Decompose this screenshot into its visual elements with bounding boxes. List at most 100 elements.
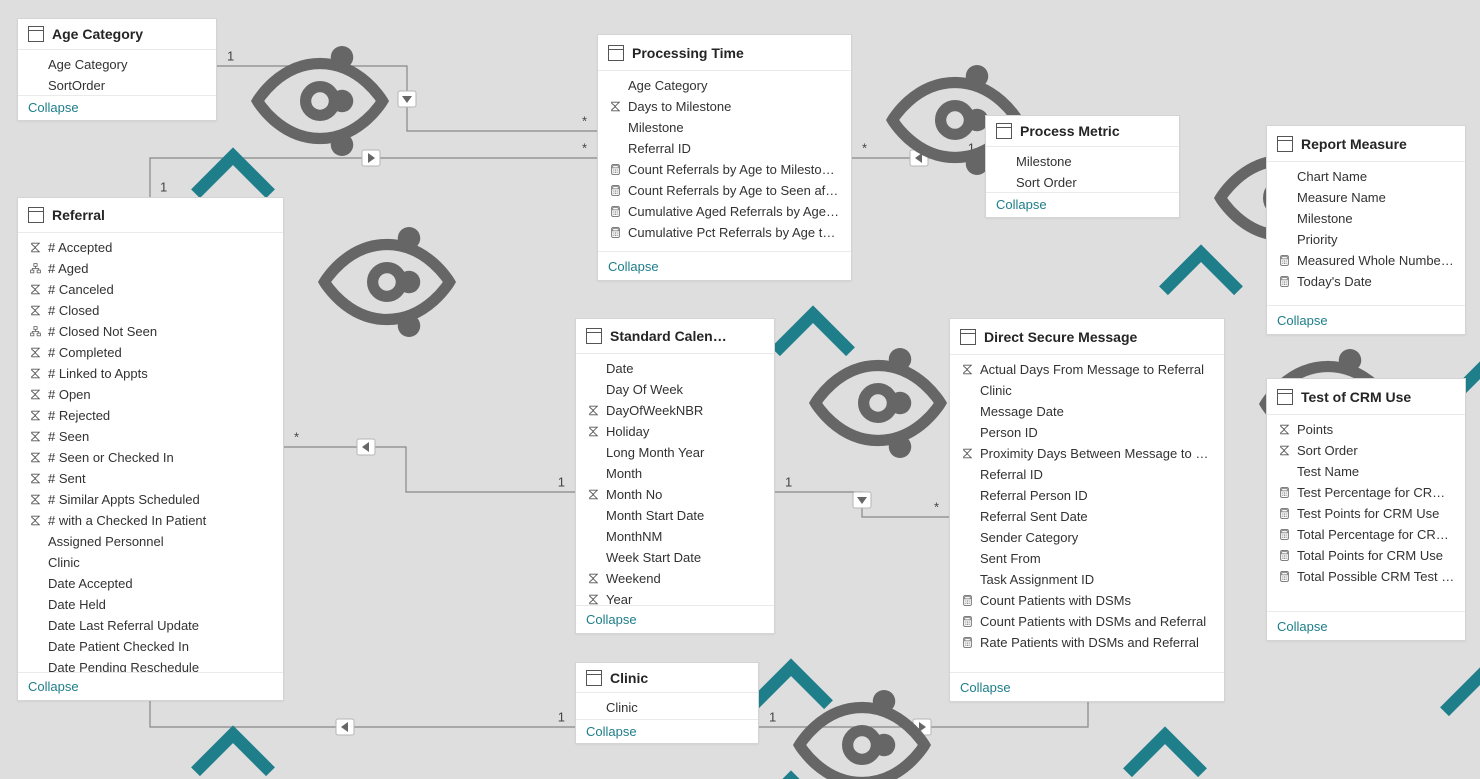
more-options[interactable] <box>734 670 750 686</box>
visibility-toggle[interactable] <box>712 670 728 686</box>
field-row[interactable]: Clinic <box>950 380 1224 401</box>
field-list[interactable]: Points Sort Order Test Name Test Percent… <box>1267 415 1465 611</box>
more-options[interactable] <box>750 328 766 344</box>
visibility-toggle[interactable] <box>1419 136 1435 152</box>
field-row[interactable]: Referral ID <box>598 138 851 159</box>
field-row[interactable]: # Linked to Appts <box>18 363 283 384</box>
field-row[interactable]: Count Referrals by Age to Milestone All … <box>598 159 851 180</box>
field-row[interactable]: Date <box>576 358 774 379</box>
visibility-toggle[interactable] <box>170 26 186 42</box>
field-row[interactable]: # Closed Not Seen <box>18 321 283 342</box>
field-row[interactable]: Assigned Personnel <box>18 531 283 552</box>
field-row[interactable]: Measured Whole Number Value <box>1267 250 1465 271</box>
field-row[interactable]: # Accepted <box>18 237 283 258</box>
field-row[interactable]: Date Patient Checked In <box>18 636 283 657</box>
field-row[interactable]: # Sent <box>18 468 283 489</box>
field-list[interactable]: Date Day Of Week DayOfWeekNBR Holiday Lo <box>576 354 774 605</box>
table-card-process_metric[interactable]: Process Metric Milestone Sort Order Coll… <box>985 115 1180 218</box>
field-row[interactable]: Actual Days From Message to Referral <box>950 359 1224 380</box>
field-row[interactable]: Priority <box>1267 229 1465 250</box>
field-list[interactable]: # Accepted # Aged # Canceled # Closed # <box>18 233 283 672</box>
field-row[interactable]: Sent From <box>950 548 1224 569</box>
more-options[interactable] <box>1441 136 1457 152</box>
field-row[interactable]: Test Name <box>1267 461 1465 482</box>
table-card-processing_time[interactable]: Processing Time Age Category Days to Mil… <box>597 34 852 281</box>
more-options[interactable] <box>1200 329 1216 345</box>
visibility-toggle[interactable] <box>805 45 821 61</box>
field-row[interactable]: Clinic <box>18 552 283 573</box>
card-header[interactable]: Standard Calendar <box>576 319 774 354</box>
collapse-button[interactable]: Collapse <box>576 719 758 743</box>
field-row[interactable]: Measure Name <box>1267 187 1465 208</box>
table-card-clinic[interactable]: Clinic Clinic Collapse <box>575 662 759 744</box>
field-row[interactable]: Long Month Year <box>576 442 774 463</box>
table-card-direct_secure_message[interactable]: Direct Secure Message Actual Days From M… <box>949 318 1225 702</box>
collapse-button[interactable]: Collapse <box>576 605 774 633</box>
card-header[interactable]: Direct Secure Message <box>950 319 1224 355</box>
field-row[interactable]: Date Pending Reschedule <box>18 657 283 672</box>
field-row[interactable]: Count Patients with DSMs <box>950 590 1224 611</box>
field-row[interactable]: Test Points for CRM Use <box>1267 503 1465 524</box>
field-list[interactable]: Actual Days From Message to Referral Cli… <box>950 355 1224 672</box>
field-row[interactable]: Sort Order <box>1267 440 1465 461</box>
field-row[interactable]: Total Percentage for CRM Use <box>1267 524 1465 545</box>
field-row[interactable]: Task Assignment ID <box>950 569 1224 590</box>
card-header[interactable]: Clinic <box>576 663 758 693</box>
visibility-toggle[interactable] <box>1178 329 1194 345</box>
field-row[interactable]: # Open <box>18 384 283 405</box>
field-row[interactable]: Test Percentage for CRM Use <box>1267 482 1465 503</box>
collapse-button[interactable]: Collapse <box>18 672 283 700</box>
field-row[interactable]: # Seen <box>18 426 283 447</box>
field-list[interactable]: Milestone Sort Order <box>986 147 1179 191</box>
collapse-button[interactable]: Collapse <box>986 192 1179 217</box>
field-row[interactable]: Month Start Date <box>576 505 774 526</box>
field-row[interactable]: Date Held <box>18 594 283 615</box>
field-list[interactable]: Age Category SortOrder <box>18 50 216 94</box>
field-row[interactable]: Cumulative Aged Referrals by Age to Seen… <box>598 201 851 222</box>
field-row[interactable]: Sender Category <box>950 527 1224 548</box>
field-row[interactable]: # Seen or Checked In <box>18 447 283 468</box>
field-row[interactable]: Referral Person ID <box>950 485 1224 506</box>
field-row[interactable]: Points <box>1267 419 1465 440</box>
table-card-report_measure[interactable]: Report Measure Chart Name Measure Name M… <box>1266 125 1466 335</box>
field-row[interactable]: Month No <box>576 484 774 505</box>
card-header[interactable]: Processing Time <box>598 35 851 71</box>
field-row[interactable]: Referral Sent Date <box>950 506 1224 527</box>
card-header[interactable]: Test of CRM Use <box>1267 379 1465 415</box>
field-row[interactable]: Proximity Days Between Message to Referr… <box>950 443 1224 464</box>
field-row[interactable]: # Closed <box>18 300 283 321</box>
field-row[interactable]: Milestone <box>986 151 1179 172</box>
more-options[interactable] <box>1155 123 1171 139</box>
field-row[interactable]: Date Accepted <box>18 573 283 594</box>
field-list[interactable]: Age Category Days to Milestone Milestone… <box>598 71 851 251</box>
visibility-toggle[interactable] <box>1419 389 1435 405</box>
field-row[interactable]: Milestone <box>1267 208 1465 229</box>
field-row[interactable]: Count Referrals by Age to Seen after 90d <box>598 180 851 201</box>
field-row[interactable]: Total Possible CRM Test Points <box>1267 566 1465 587</box>
field-row[interactable]: Sort Order <box>986 172 1179 191</box>
field-row[interactable]: # with a Checked In Patient <box>18 510 283 531</box>
collapse-button[interactable]: Collapse <box>1267 611 1465 640</box>
field-row[interactable]: Total Points for CRM Use <box>1267 545 1465 566</box>
table-card-age_category[interactable]: Age Category Age Category SortOrder Coll… <box>17 18 217 121</box>
field-row[interactable]: SortOrder <box>18 75 216 94</box>
more-options[interactable] <box>827 45 843 61</box>
field-row[interactable]: Year <box>576 589 774 605</box>
field-row[interactable]: # Rejected <box>18 405 283 426</box>
field-row[interactable]: # Aged <box>18 258 283 279</box>
field-list[interactable]: Chart Name Measure Name Milestone Priori… <box>1267 162 1465 305</box>
field-row[interactable]: Weekend <box>576 568 774 589</box>
field-row[interactable]: Days to Milestone <box>598 96 851 117</box>
visibility-toggle[interactable] <box>237 207 253 223</box>
field-list[interactable]: Clinic <box>576 693 758 719</box>
field-row[interactable]: DayOfWeekNBR <box>576 400 774 421</box>
visibility-toggle[interactable] <box>728 328 744 344</box>
field-row[interactable]: Person ID <box>950 422 1224 443</box>
field-row[interactable]: Chart Name <box>1267 166 1465 187</box>
field-row[interactable]: MonthNM <box>576 526 774 547</box>
field-row[interactable]: Age Category <box>598 75 851 96</box>
field-row[interactable]: Week Start Date <box>576 547 774 568</box>
card-header[interactable]: Process Metric <box>986 116 1179 147</box>
card-header[interactable]: Report Measure <box>1267 126 1465 162</box>
field-row[interactable]: Day Of Week <box>576 379 774 400</box>
